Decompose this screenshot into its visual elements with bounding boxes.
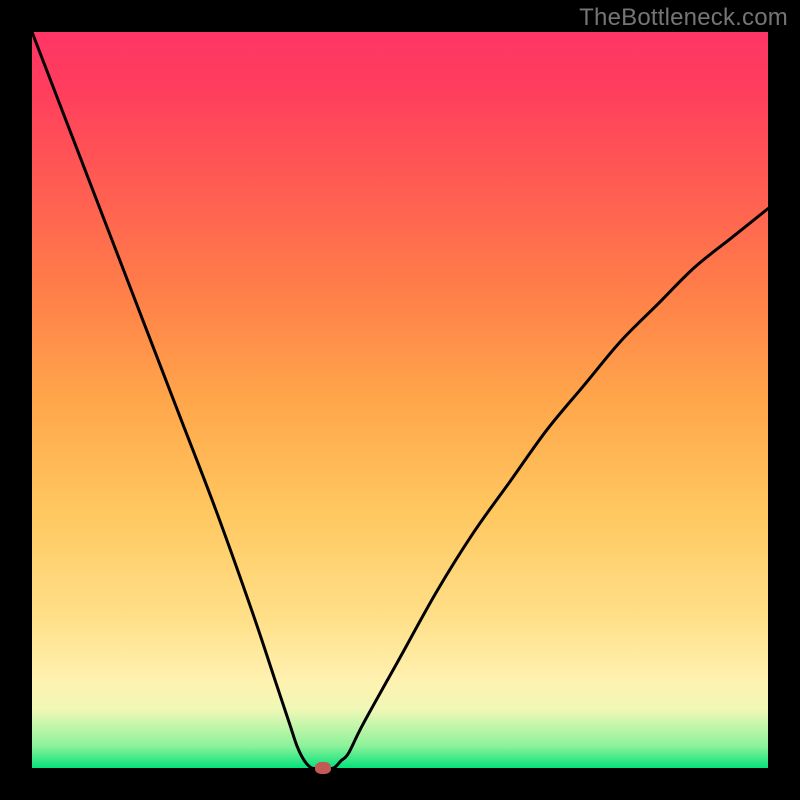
chart-frame: TheBottleneck.com	[0, 0, 800, 800]
watermark-text: TheBottleneck.com	[579, 4, 788, 32]
curve-svg	[32, 32, 768, 768]
plot-area	[32, 32, 768, 768]
bottleneck-curve	[32, 32, 768, 769]
minimum-marker	[315, 762, 331, 774]
